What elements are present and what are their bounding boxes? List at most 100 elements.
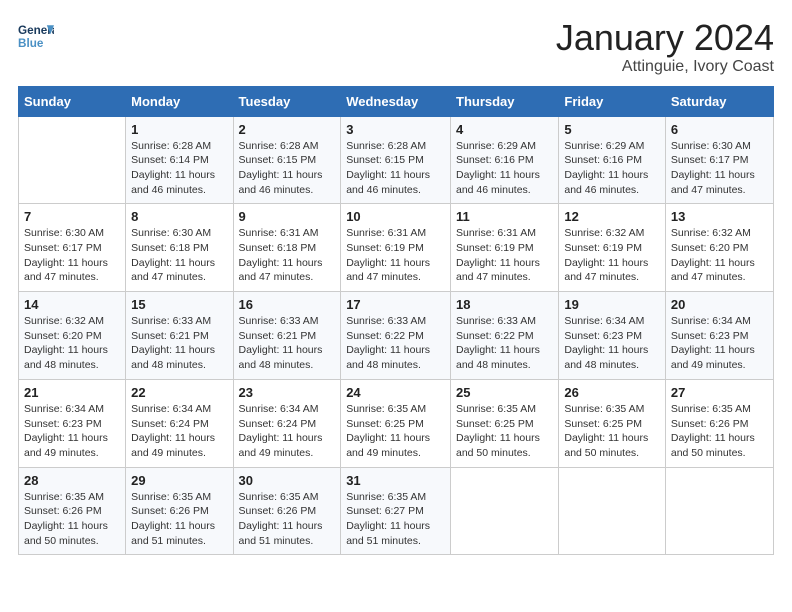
day-number: 14 <box>24 297 120 312</box>
day-cell: 6Sunrise: 6:30 AMSunset: 6:17 PMDaylight… <box>665 116 773 204</box>
title-area: January 2024 Attinguie, Ivory Coast <box>556 18 774 76</box>
day-cell: 17Sunrise: 6:33 AMSunset: 6:22 PMDayligh… <box>341 292 451 380</box>
day-info: Sunrise: 6:34 AMSunset: 6:24 PMDaylight:… <box>131 402 227 461</box>
day-number: 25 <box>456 385 553 400</box>
day-cell: 15 Sunrise: 6:33 AMSunset: 6:21 PMDayligh… <box>126 292 233 380</box>
day-number: 16 <box>239 297 336 312</box>
day-info: Sunrise: 6:30 AMSunset: 6:18 PMDaylight:… <box>131 226 227 285</box>
week-row-2: 7Sunrise: 6:30 AMSunset: 6:17 PMDaylight… <box>19 204 774 292</box>
day-cell: 12 Sunrise: 6:32 AMSunset: 6:19 PMDayligh… <box>559 204 666 292</box>
day-cell: 25 Sunrise: 6:35 AMSunset: 6:25 PMDayligh… <box>451 379 559 467</box>
weekday-header-monday: Monday <box>126 86 233 116</box>
logo: General Blue <box>18 18 54 54</box>
day-cell: 19 Sunrise: 6:34 AMSunset: 6:23 PMDayligh… <box>559 292 666 380</box>
day-number: 21 <box>24 385 120 400</box>
day-cell: 1 Sunrise: 6:28 AMSunset: 6:14 PMDaylight… <box>126 116 233 204</box>
day-info: Sunrise: 6:35 AMSunset: 6:26 PMDaylight:… <box>239 490 336 549</box>
day-number: 6 <box>671 122 768 137</box>
day-info: Sunrise: 6:28 AMSunset: 6:15 PMDaylight:… <box>239 139 336 198</box>
day-number: 12 <box>564 209 660 224</box>
day-cell: 23 Sunrise: 6:34 AMSunset: 6:24 PMDayligh… <box>233 379 341 467</box>
day-number: 3 <box>346 122 445 137</box>
day-number: 31 <box>346 473 445 488</box>
day-info: Sunrise: 6:35 AMSunset: 6:25 PMDaylight:… <box>456 402 553 461</box>
day-info: Sunrise: 6:34 AMSunset: 6:23 PMDaylight:… <box>564 314 660 373</box>
day-cell: 3Sunrise: 6:28 AMSunset: 6:15 PMDaylight… <box>341 116 451 204</box>
day-cell <box>451 467 559 555</box>
day-cell <box>665 467 773 555</box>
week-row-1: 1 Sunrise: 6:28 AMSunset: 6:14 PMDaylight… <box>19 116 774 204</box>
day-cell: 4Sunrise: 6:29 AMSunset: 6:16 PMDaylight… <box>451 116 559 204</box>
day-cell: 14 Sunrise: 6:32 AMSunset: 6:20 PMDayligh… <box>19 292 126 380</box>
day-number: 11 <box>456 209 553 224</box>
day-info: Sunrise: 6:34 AMSunset: 6:24 PMDaylight:… <box>239 402 336 461</box>
day-number: 20 <box>671 297 768 312</box>
day-cell: 7Sunrise: 6:30 AMSunset: 6:17 PMDaylight… <box>19 204 126 292</box>
day-cell <box>559 467 666 555</box>
day-info: Sunrise: 6:32 AMSunset: 6:19 PMDaylight:… <box>564 226 660 285</box>
day-info: Sunrise: 6:34 AMSunset: 6:23 PMDaylight:… <box>671 314 768 373</box>
day-cell: 27 Sunrise: 6:35 AMSunset: 6:26 PMDayligh… <box>665 379 773 467</box>
day-cell: 13 Sunrise: 6:32 AMSunset: 6:20 PMDayligh… <box>665 204 773 292</box>
day-cell <box>19 116 126 204</box>
day-info: Sunrise: 6:35 AMSunset: 6:26 PMDaylight:… <box>131 490 227 549</box>
weekday-header-sunday: Sunday <box>19 86 126 116</box>
day-info: Sunrise: 6:32 AMSunset: 6:20 PMDaylight:… <box>24 314 120 373</box>
day-info: Sunrise: 6:32 AMSunset: 6:20 PMDaylight:… <box>671 226 768 285</box>
day-info: Sunrise: 6:29 AMSunset: 6:16 PMDaylight:… <box>456 139 553 198</box>
location-subtitle: Attinguie, Ivory Coast <box>556 58 774 76</box>
day-info: Sunrise: 6:33 AMSunset: 6:22 PMDaylight:… <box>456 314 553 373</box>
day-info: Sunrise: 6:33 AMSunset: 6:22 PMDaylight:… <box>346 314 445 373</box>
day-number: 2 <box>239 122 336 137</box>
day-cell: 29 Sunrise: 6:35 AMSunset: 6:26 PMDayligh… <box>126 467 233 555</box>
day-info: Sunrise: 6:28 AMSunset: 6:14 PMDaylight:… <box>131 139 227 198</box>
day-cell: 9Sunrise: 6:31 AMSunset: 6:18 PMDaylight… <box>233 204 341 292</box>
day-cell: 10 Sunrise: 6:31 AMSunset: 6:19 PMDayligh… <box>341 204 451 292</box>
day-cell: 16 Sunrise: 6:33 AMSunset: 6:21 PMDayligh… <box>233 292 341 380</box>
day-number: 10 <box>346 209 445 224</box>
day-cell: 21 Sunrise: 6:34 AMSunset: 6:23 PMDayligh… <box>19 379 126 467</box>
day-number: 23 <box>239 385 336 400</box>
day-info: Sunrise: 6:31 AMSunset: 6:19 PMDaylight:… <box>346 226 445 285</box>
svg-text:Blue: Blue <box>18 37 44 50</box>
month-title: January 2024 <box>556 18 774 58</box>
day-cell: 8 Sunrise: 6:30 AMSunset: 6:18 PMDaylight… <box>126 204 233 292</box>
day-number: 18 <box>456 297 553 312</box>
day-number: 29 <box>131 473 227 488</box>
weekday-header-thursday: Thursday <box>451 86 559 116</box>
day-cell: 11Sunrise: 6:31 AMSunset: 6:19 PMDayligh… <box>451 204 559 292</box>
day-cell: 31Sunrise: 6:35 AMSunset: 6:27 PMDayligh… <box>341 467 451 555</box>
day-info: Sunrise: 6:35 AMSunset: 6:26 PMDaylight:… <box>24 490 120 549</box>
day-cell: 20 Sunrise: 6:34 AMSunset: 6:23 PMDayligh… <box>665 292 773 380</box>
day-cell: 22Sunrise: 6:34 AMSunset: 6:24 PMDayligh… <box>126 379 233 467</box>
day-cell: 28Sunrise: 6:35 AMSunset: 6:26 PMDayligh… <box>19 467 126 555</box>
day-number: 1 <box>131 122 227 137</box>
day-cell: 24Sunrise: 6:35 AMSunset: 6:25 PMDayligh… <box>341 379 451 467</box>
day-cell: 5Sunrise: 6:29 AMSunset: 6:16 PMDaylight… <box>559 116 666 204</box>
week-row-4: 21 Sunrise: 6:34 AMSunset: 6:23 PMDayligh… <box>19 379 774 467</box>
weekday-header-saturday: Saturday <box>665 86 773 116</box>
day-cell: 26 Sunrise: 6:35 AMSunset: 6:25 PMDayligh… <box>559 379 666 467</box>
day-number: 27 <box>671 385 768 400</box>
day-info: Sunrise: 6:34 AMSunset: 6:23 PMDaylight:… <box>24 402 120 461</box>
logo-icon: General Blue <box>18 18 54 54</box>
day-info: Sunrise: 6:33 AMSunset: 6:21 PMDaylight:… <box>131 314 227 373</box>
day-number: 19 <box>564 297 660 312</box>
weekday-header-wednesday: Wednesday <box>341 86 451 116</box>
day-number: 26 <box>564 385 660 400</box>
weekday-header-tuesday: Tuesday <box>233 86 341 116</box>
calendar-container: General Blue January 2024 Attinguie, Ivo… <box>0 0 792 565</box>
day-number: 24 <box>346 385 445 400</box>
day-cell: 2 Sunrise: 6:28 AMSunset: 6:15 PMDaylight… <box>233 116 341 204</box>
day-info: Sunrise: 6:35 AMSunset: 6:25 PMDaylight:… <box>564 402 660 461</box>
day-number: 30 <box>239 473 336 488</box>
day-number: 13 <box>671 209 768 224</box>
day-cell: 18 Sunrise: 6:33 AMSunset: 6:22 PMDayligh… <box>451 292 559 380</box>
day-info: Sunrise: 6:35 AMSunset: 6:26 PMDaylight:… <box>671 402 768 461</box>
week-row-3: 14 Sunrise: 6:32 AMSunset: 6:20 PMDayligh… <box>19 292 774 380</box>
day-info: Sunrise: 6:33 AMSunset: 6:21 PMDaylight:… <box>239 314 336 373</box>
weekday-header-row: SundayMondayTuesdayWednesdayThursdayFrid… <box>19 86 774 116</box>
day-number: 15 <box>131 297 227 312</box>
day-cell: 30 Sunrise: 6:35 AMSunset: 6:26 PMDayligh… <box>233 467 341 555</box>
day-number: 8 <box>131 209 227 224</box>
